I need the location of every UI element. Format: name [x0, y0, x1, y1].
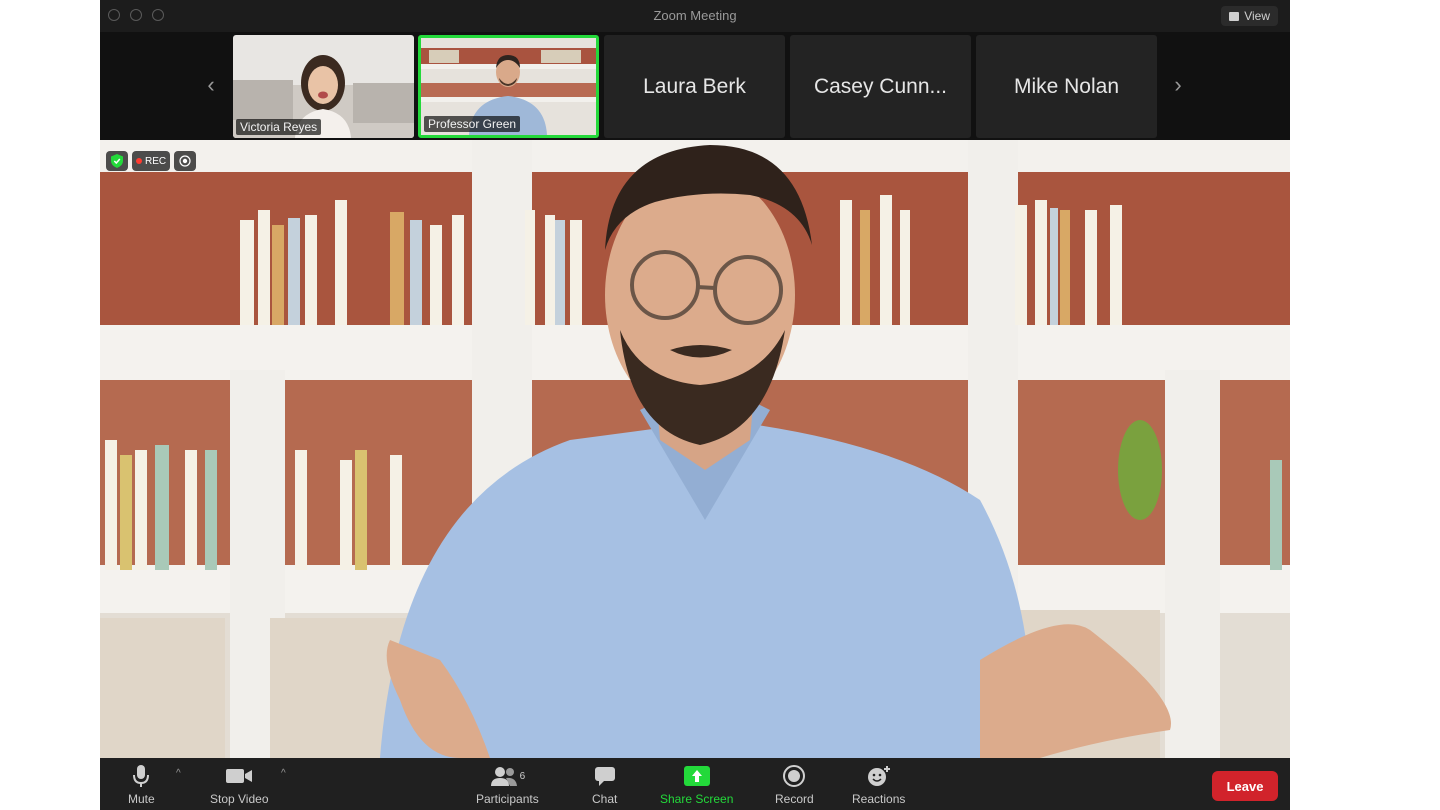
smiley-add-icon	[867, 764, 891, 788]
participant-tile-casey[interactable]: Casey Cunn...	[790, 35, 971, 138]
participants-count: 6	[519, 770, 526, 782]
record-control-icon[interactable]	[174, 151, 197, 171]
participant-name: Mike Nolan	[1013, 74, 1120, 98]
leave-button[interactable]: Leave	[1212, 771, 1278, 801]
participant-tile-victoria-reyes[interactable]: Victoria Reyes	[233, 35, 414, 138]
participants-button[interactable]: 6 Participants	[476, 764, 539, 806]
participant-name: Laura Berk	[643, 74, 746, 98]
chat-bubble-icon	[594, 764, 616, 788]
participant-tile-laura-berk[interactable]: Laura Berk	[604, 35, 785, 138]
grid-view-icon	[1229, 11, 1240, 21]
record-button[interactable]: Record	[775, 764, 814, 806]
chevron-up-icon[interactable]: ^	[176, 768, 181, 779]
meeting-toolbar: Mute ^ Stop Video ^ 6 Participants Chat	[100, 758, 1290, 810]
zoom-window: Zoom Meeting View ‹ Victoria Reyes Profe…	[100, 0, 1290, 810]
security-shield-icon[interactable]	[106, 151, 128, 171]
chat-button[interactable]: Chat	[592, 764, 617, 806]
participants-label: Participants	[476, 792, 539, 806]
stop-video-button[interactable]: Stop Video	[210, 764, 269, 806]
record-icon	[783, 764, 806, 788]
participant-name: Casey Cunn...	[813, 74, 948, 98]
stop-video-label: Stop Video	[210, 792, 269, 806]
chevron-right-icon[interactable]: ›	[1168, 72, 1188, 98]
view-button[interactable]: View	[1221, 6, 1278, 26]
record-label: Record	[775, 792, 814, 806]
share-screen-label: Share Screen	[660, 792, 734, 806]
chevron-left-icon[interactable]: ‹	[201, 72, 221, 98]
participant-strip: ‹ Victoria Reyes Professor Green Laura B…	[100, 32, 1290, 140]
recording-indicator[interactable]: REC	[132, 151, 171, 171]
microphone-icon	[132, 764, 150, 788]
participant-tile-professor-green[interactable]: Professor Green	[418, 35, 599, 138]
participant-name-label: Professor Green	[424, 116, 521, 132]
reactions-button[interactable]: Reactions	[852, 764, 905, 806]
view-button-label: View	[1244, 9, 1270, 23]
rec-label: REC	[145, 155, 167, 167]
participants-icon: 6	[490, 764, 526, 788]
chat-label: Chat	[592, 792, 618, 806]
rec-dot-icon	[136, 158, 142, 164]
active-speaker-video: REC	[100, 140, 1290, 758]
share-screen-button[interactable]: Share Screen	[660, 764, 733, 806]
speaker-video-feed	[100, 140, 1290, 758]
window-title: Zoom Meeting	[653, 8, 737, 23]
participant-tile-mike-nolan[interactable]: Mike Nolan	[976, 35, 1157, 138]
video-camera-icon	[225, 764, 253, 788]
participant-name-label: Victoria Reyes	[236, 119, 322, 135]
mute-button[interactable]: Mute	[128, 764, 155, 806]
title-bar: Zoom Meeting View	[100, 0, 1290, 32]
meeting-status-icons: REC	[106, 151, 197, 171]
share-screen-icon	[683, 764, 710, 788]
mute-label: Mute	[128, 792, 155, 806]
reactions-label: Reactions	[852, 792, 906, 806]
chevron-up-icon[interactable]: ^	[281, 768, 286, 779]
